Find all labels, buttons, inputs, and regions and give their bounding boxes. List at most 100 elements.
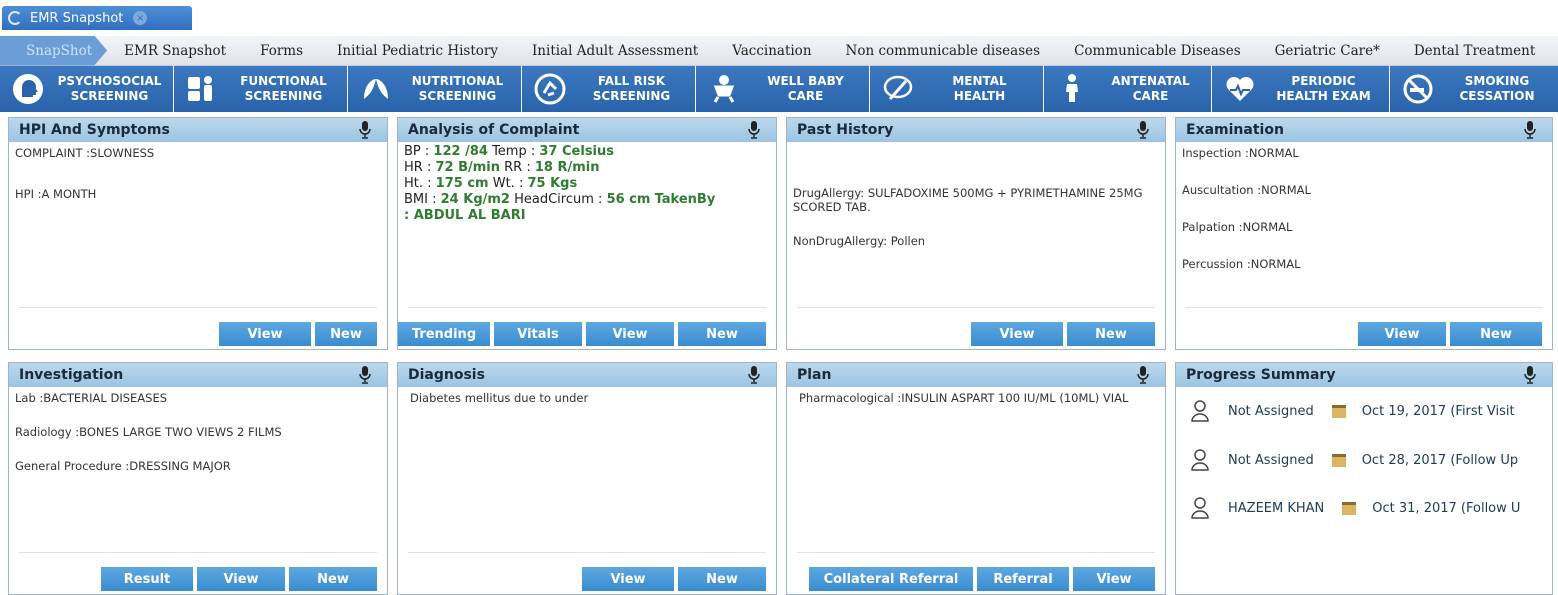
bmi-value: 24 Kg/m2 [440, 192, 510, 207]
examination-view-button[interactable]: View [1358, 322, 1446, 346]
mental-health-line2: HEALTH [953, 89, 1006, 103]
tab-vaccination[interactable]: Vaccination [715, 43, 828, 59]
non-drug-allergy: NonDrugAllergy: Pollen [793, 234, 926, 248]
psychosocial-screening-button[interactable]: PSYCHOSOCIAL SCREENING [0, 66, 174, 112]
referral-button[interactable]: Referral [977, 567, 1069, 591]
height-value: 175 cm [435, 176, 489, 191]
heart-icon [1222, 71, 1258, 107]
antenatal-line1: ANTENATAL [1111, 74, 1190, 88]
functional-screening-button[interactable]: FUNCTIONAL SCREENING [174, 66, 348, 112]
nutritional-screening-button[interactable]: NUTRITIONAL SCREENING [348, 66, 522, 112]
hpi-new-button[interactable]: New [315, 322, 377, 346]
progress-provider: HAZEEM KHAN [1228, 500, 1325, 516]
hr-label: HR : [404, 160, 432, 175]
hpi-panel: HPI And Symptoms COMPLAINT :SLOWNESS HPI… [8, 117, 388, 350]
fall-risk-screening-button[interactable]: FALL RISK SCREENING [522, 66, 696, 112]
investigation-title: Investigation [19, 367, 124, 383]
investigation-lab: Lab :BACTERIAL DISEASES [15, 391, 168, 405]
psychosocial-line1: PSYCHOSOCIAL [57, 74, 162, 88]
analysis-new-button[interactable]: New [678, 322, 766, 346]
microphone-icon[interactable] [748, 121, 760, 139]
nutritional-line2: SCREENING [418, 89, 497, 103]
progress-summary-panel: Progress Summary Not Assigned Oct 19, 20… [1175, 362, 1553, 595]
calendar-icon [1331, 404, 1346, 418]
calendar-icon [1342, 501, 1357, 515]
tab-initial-pediatric-history[interactable]: Initial Pediatric History [320, 43, 515, 59]
calendar-icon [1331, 453, 1346, 467]
progress-item[interactable]: HAZEEM KHAN Oct 31, 2017 (Follow U [1190, 490, 1558, 526]
smoking-cessation-button[interactable]: SMOKING CESSATION [1390, 66, 1558, 112]
takenby-label: TakenBy [654, 192, 716, 207]
result-button[interactable]: Result [101, 567, 193, 591]
progress-item[interactable]: Not Assigned Oct 19, 2017 (First Visit [1190, 393, 1558, 429]
tab-emr-snapshot[interactable]: EMR Snapshot [107, 43, 243, 59]
well-baby-line2: CARE [787, 89, 824, 103]
vitals-button[interactable]: Vitals [494, 322, 582, 346]
hpi-title: HPI And Symptoms [19, 122, 170, 138]
collateral-referral-button[interactable]: Collateral Referral [809, 567, 973, 591]
tab-forms[interactable]: Forms [243, 43, 320, 59]
past-history-new-button[interactable]: New [1067, 322, 1155, 346]
diagnosis-new-button[interactable]: New [678, 567, 766, 591]
temp-label: Temp : [492, 144, 536, 159]
hpi-view-button[interactable]: View [219, 322, 311, 346]
smoking-line1: SMOKING [1464, 74, 1530, 88]
tab-geriatric-care[interactable]: Geriatric Care* [1258, 43, 1397, 59]
examination-new-button[interactable]: New [1450, 322, 1542, 346]
periodic-health-exam-button[interactable]: PERIODIC HEALTH EXAM [1212, 66, 1390, 112]
plan-panel: Plan Pharmacological :INSULIN ASPART 100… [786, 362, 1166, 595]
inspection: Inspection :NORMAL [1182, 146, 1299, 160]
investigation-procedure: General Procedure :DRESSING MAJOR [15, 459, 231, 473]
hpi-duration: HPI :A MONTH [15, 187, 97, 201]
microphone-icon[interactable] [1524, 121, 1536, 139]
antenatal-care-button[interactable]: ANTENATAL CARE [1044, 66, 1212, 112]
tab-communicable-diseases[interactable]: Communicable Diseases [1057, 43, 1258, 59]
fall-icon [532, 71, 568, 107]
examination-panel: Examination Inspection :NORMAL Auscultat… [1175, 117, 1553, 350]
close-icon[interactable]: × [133, 11, 148, 25]
investigation-new-button[interactable]: New [289, 567, 377, 591]
microphone-icon[interactable] [359, 366, 371, 384]
tab-snapshot[interactable]: SnapShot [0, 35, 108, 66]
trending-button[interactable]: Trending [398, 322, 490, 346]
microphone-icon[interactable] [359, 121, 371, 139]
fall-risk-line1: FALL RISK [597, 74, 666, 88]
investigation-view-button[interactable]: View [197, 567, 285, 591]
plan-title: Plan [797, 367, 832, 383]
progress-date: Oct 19, 2017 (First Visit [1361, 403, 1515, 419]
well-baby-care-button[interactable]: WELL BABY CARE [696, 66, 870, 112]
smoking-line2: CESSATION [1459, 89, 1535, 103]
height-label: Ht. : [404, 176, 432, 191]
percussion: Percussion :NORMAL [1182, 257, 1301, 271]
progress-provider: Not Assigned [1228, 403, 1314, 419]
window-tab[interactable]: EMR Snapshot × [2, 6, 192, 30]
microphone-icon[interactable] [1137, 121, 1149, 139]
tab-initial-adult-assessment[interactable]: Initial Adult Assessment [515, 43, 715, 59]
rr-label: RR : [504, 160, 531, 175]
rr-value: 18 R/min [534, 160, 600, 175]
plan-view-button[interactable]: View [1073, 567, 1155, 591]
antenatal-line2: CARE [1132, 89, 1169, 103]
fall-risk-line2: SCREENING [592, 89, 671, 103]
functional-line1: FUNCTIONAL [240, 74, 327, 88]
examination-title: Examination [1186, 122, 1284, 138]
microphone-icon[interactable] [1524, 366, 1536, 384]
periodic-line2: HEALTH EXAM [1276, 89, 1371, 103]
window-tab-strip: EMR Snapshot × [0, 0, 1558, 36]
periodic-line1: PERIODIC [1291, 74, 1356, 88]
head-circum-value: 56 cm [606, 192, 651, 207]
progress-item[interactable]: Not Assigned Oct 28, 2017 (Follow Up [1190, 442, 1558, 478]
doctor-icon [1191, 400, 1209, 422]
tab-dental-treatment[interactable]: Dental Treatment [1397, 43, 1552, 59]
diagnosis-title: Diagnosis [408, 367, 485, 383]
analysis-view-button[interactable]: View [586, 322, 674, 346]
mental-health-button[interactable]: MENTAL HEALTH [870, 66, 1044, 112]
diagnosis-view-button[interactable]: View [582, 567, 674, 591]
past-history-title: Past History [797, 122, 894, 138]
diagnosis-text: Diabetes mellitus due to under [410, 391, 589, 405]
microphone-icon[interactable] [1137, 366, 1149, 384]
past-history-view-button[interactable]: View [971, 322, 1063, 346]
microphone-icon[interactable] [748, 366, 760, 384]
tab-non-communicable-diseases[interactable]: Non communicable diseases [829, 43, 1058, 59]
weight-label: Wt. : [492, 176, 524, 191]
